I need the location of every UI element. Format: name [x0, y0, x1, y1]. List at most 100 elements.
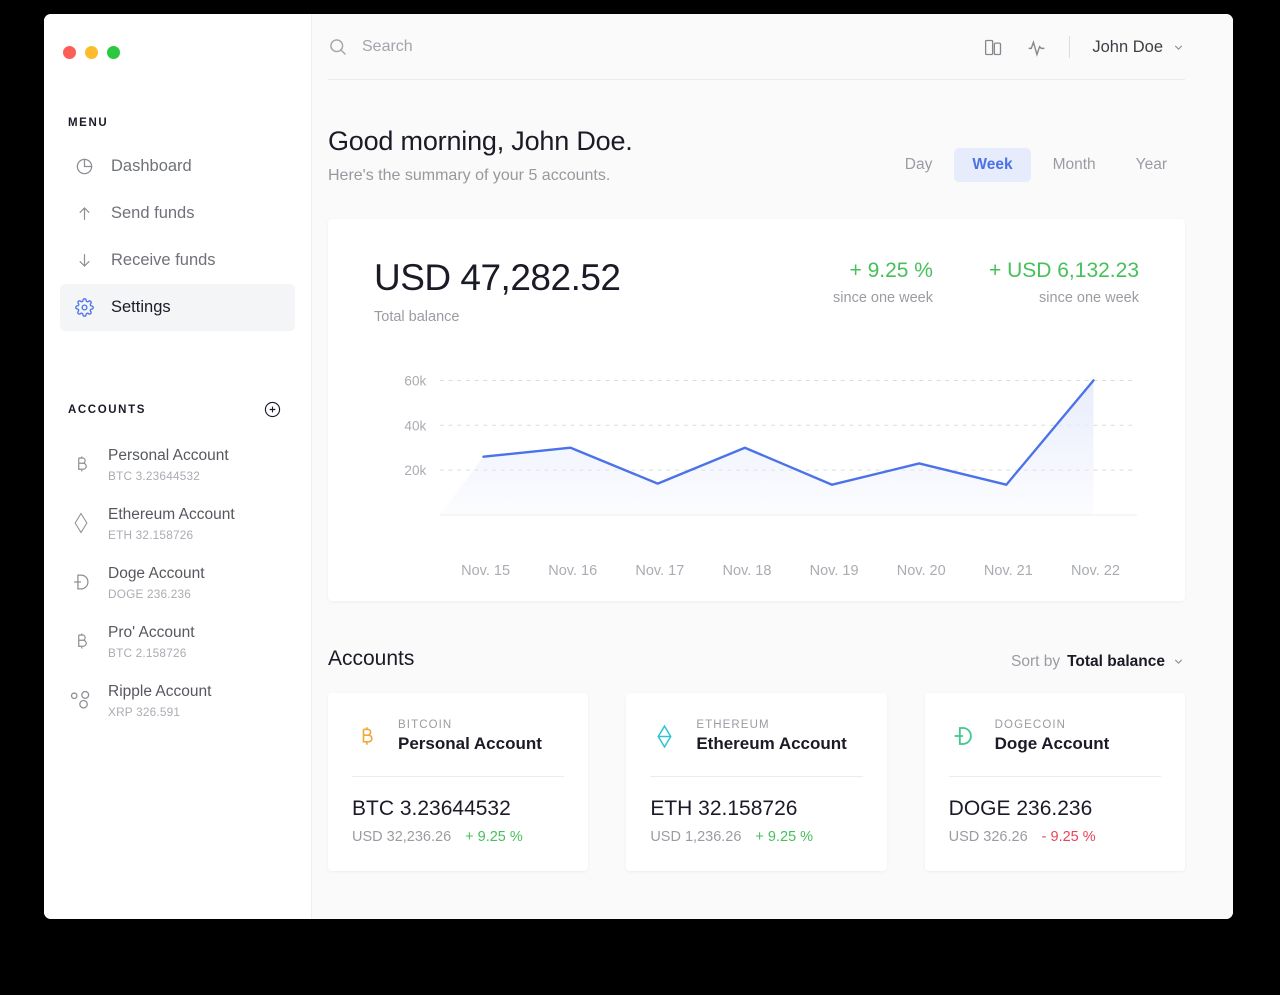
account-balance: ETH 32.158726: [108, 527, 194, 542]
card-currency: DOGECOIN: [994, 718, 1067, 731]
total-balance-card: USD 47,282.52 Total balance + 9.25 % sin…: [328, 219, 1185, 601]
x-tick-label: Nov. 15: [461, 562, 511, 579]
accounts-section-label: ACCOUNTS: [68, 403, 146, 416]
accounts-section-header: ACCOUNTS: [44, 401, 311, 418]
chart-x-axis: Nov. 15 Nov. 16 Nov. 17 Nov. 18 Nov. 19 …: [374, 553, 1139, 579]
divider: [1069, 36, 1071, 58]
list-item[interactable]: Ripple Account XRP 326.591: [44, 671, 311, 730]
user-menu[interactable]: John Doe: [1092, 38, 1185, 57]
x-tick-label: Nov. 21: [983, 562, 1033, 579]
close-window-button[interactable]: [63, 46, 76, 59]
x-tick-label: Nov. 19: [809, 562, 859, 579]
tab-week[interactable]: Week: [954, 148, 1031, 182]
sidebar: MENU Dashboard Send funds Receive funds …: [44, 14, 312, 919]
card-change: + 9.25 %: [755, 828, 814, 845]
sidebar-item-settings[interactable]: Settings: [60, 284, 295, 331]
card-sub-row: USD 32,236.26 + 9.25 %: [352, 829, 564, 845]
divider: [948, 775, 1161, 777]
sidebar-item-label: Settings: [111, 298, 171, 316]
list-item[interactable]: Pro' Account BTC 2.158726: [44, 612, 311, 671]
chart-svg: 60k 40k 20k: [404, 373, 1138, 516]
account-name: Doge Account: [108, 564, 205, 582]
plus-circle-icon[interactable]: [264, 401, 281, 418]
account-cards-row: BITCOIN Personal Account BTC 3.23644532 …: [328, 692, 1185, 871]
dogecoin-icon: [70, 569, 92, 595]
account-card-dogecoin[interactable]: DOGECOIN Doge Account DOGE 236.236 USD 3…: [924, 692, 1185, 871]
list-item[interactable]: Doge Account DOGE 236.236: [44, 553, 311, 612]
card-change: - 9.25 %: [1041, 828, 1096, 845]
tab-day[interactable]: Day: [887, 148, 951, 182]
list-item[interactable]: Personal Account BTC 3.23644532: [44, 435, 311, 494]
account-name: Pro' Account: [108, 623, 195, 641]
sort-by-label: Sort by: [1010, 652, 1061, 670]
page-title: Good morning, John Doe.: [328, 126, 633, 156]
search-input[interactable]: [362, 38, 682, 56]
account-balance: BTC 2.158726: [108, 645, 187, 660]
chevron-down-icon: [1172, 41, 1185, 54]
minimize-window-button[interactable]: [85, 46, 98, 59]
card-usd-value: USD 32,236.26: [352, 828, 452, 845]
tab-month[interactable]: Month: [1035, 148, 1114, 182]
card-account-name: Doge Account: [994, 733, 1110, 753]
device-icon[interactable]: [983, 37, 1004, 58]
menu-section-label: MENU: [68, 117, 109, 129]
accounts-section-head: Accounts Sort by Total balance: [328, 647, 1185, 671]
sidebar-item-dashboard[interactable]: Dashboard: [60, 143, 295, 190]
chevron-down-icon: [1172, 655, 1185, 668]
gear-icon: [74, 298, 94, 318]
x-tick-label: Nov. 22: [1070, 562, 1120, 579]
absolute-change-value: + USD 6,132.23: [988, 259, 1139, 282]
x-tick-label: Nov. 16: [548, 562, 598, 579]
maximize-window-button[interactable]: [107, 46, 120, 59]
x-tick-label: Nov. 17: [635, 562, 685, 579]
activity-pulse-icon[interactable]: [1026, 37, 1047, 58]
account-card-bitcoin[interactable]: BITCOIN Personal Account BTC 3.23644532 …: [328, 692, 589, 871]
percent-change-stat: + 9.25 % since one week: [833, 259, 933, 306]
account-balance: DOGE 236.236: [108, 586, 192, 601]
greeting-row: Good morning, John Doe. Here's the summa…: [328, 80, 1185, 185]
dogecoin-icon: [949, 721, 977, 751]
divider: [650, 775, 863, 777]
app-window: MENU Dashboard Send funds Receive funds …: [44, 14, 1233, 919]
account-name: Personal Account: [108, 447, 229, 464]
absolute-change-period: since one week: [1039, 290, 1139, 307]
balance-summary-row: USD 47,282.52 Total balance + 9.25 % sin…: [374, 257, 1139, 325]
card-crypto-amount: BTC 3.23644532: [352, 796, 511, 820]
card-currency: ETHEREUM: [696, 718, 770, 731]
sidebar-item-send-funds[interactable]: Send funds: [60, 190, 295, 237]
card-crypto-amount: ETH 32.158726: [650, 796, 798, 820]
total-balance-amount: USD 47,282.52: [374, 257, 621, 298]
account-balance: BTC 3.23644532: [108, 468, 200, 483]
account-balance: XRP 326.591: [108, 704, 181, 719]
account-name: Ripple Account: [108, 682, 212, 700]
arrow-down-icon: [74, 251, 94, 271]
sidebar-item-label: Send funds: [111, 204, 195, 222]
card-change: + 9.25 %: [465, 828, 523, 845]
user-name-label: John Doe: [1092, 37, 1163, 56]
svg-text:20k: 20k: [404, 463, 426, 478]
svg-text:40k: 40k: [404, 418, 426, 433]
time-range-tabs: Day Week Month Year: [887, 148, 1185, 182]
top-bar: John Doe: [312, 14, 1233, 80]
card-account-name: Personal Account: [398, 733, 542, 753]
sidebar-item-label: Dashboard: [111, 157, 192, 175]
page-subtitle: Here's the summary of your 5 accounts.: [328, 167, 611, 184]
x-tick-label: Nov. 20: [896, 562, 946, 579]
bitcoin-icon: [70, 628, 92, 654]
list-item[interactable]: Ethereum Account ETH 32.158726: [44, 494, 311, 553]
card-usd-value: USD 1,236.26: [650, 828, 742, 845]
search-area: [328, 37, 983, 57]
ethereum-icon: [650, 721, 678, 751]
account-card-ethereum[interactable]: ETHEREUM Ethereum Account ETH 32.158726 …: [626, 692, 887, 871]
greeting-block: Good morning, John Doe. Here's the summa…: [328, 126, 633, 185]
sidebar-item-receive-funds[interactable]: Receive funds: [60, 237, 295, 284]
top-actions: John Doe: [983, 36, 1185, 58]
sort-by-control[interactable]: Sort by Total balance: [1011, 653, 1185, 671]
tab-year[interactable]: Year: [1118, 148, 1185, 182]
percent-change-value: + 9.25 %: [849, 259, 933, 282]
bitcoin-icon: [352, 721, 380, 751]
card-header: BITCOIN Personal Account: [352, 719, 564, 754]
sidebar-item-label: Receive funds: [111, 251, 216, 269]
balance-chart: 60k 40k 20k: [374, 353, 1139, 553]
card-usd-value: USD 326.26: [948, 828, 1028, 845]
